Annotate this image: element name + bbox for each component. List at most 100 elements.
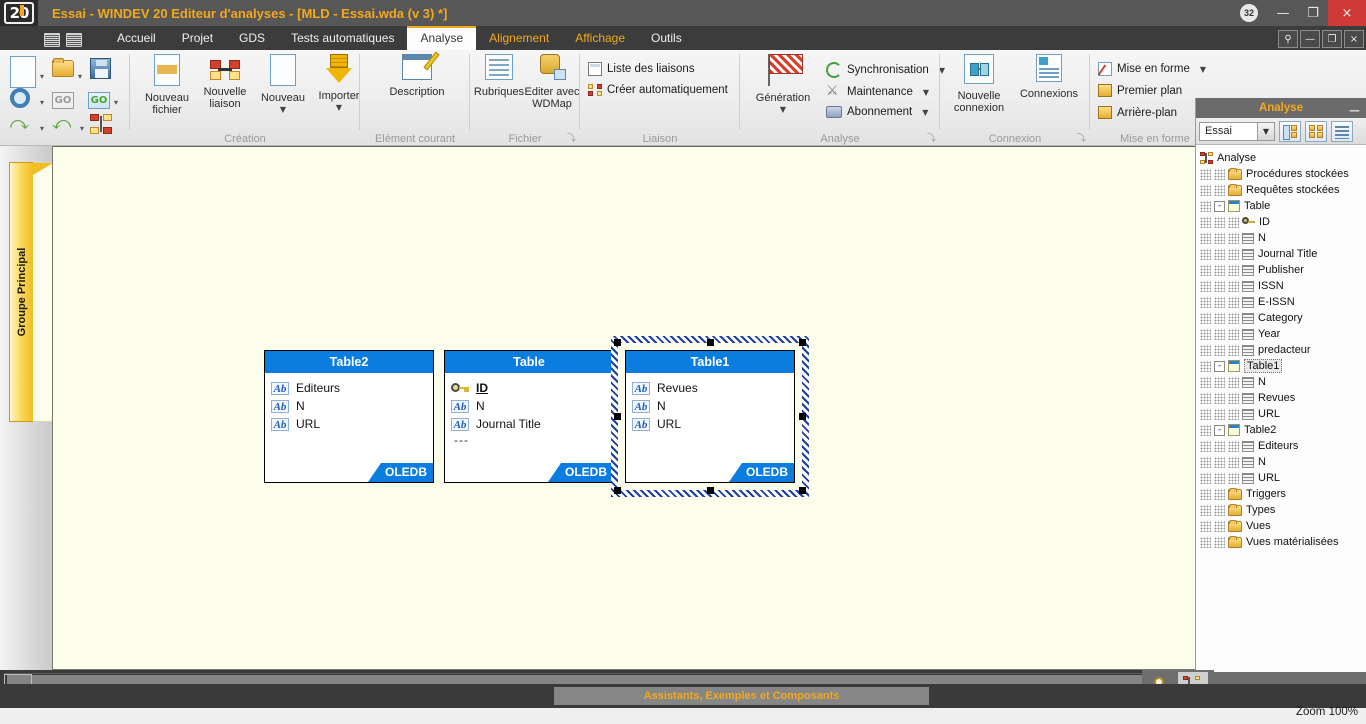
tree-item[interactable]: - Table2 bbox=[1200, 422, 1366, 438]
connexions-button[interactable]: Connexions bbox=[1014, 54, 1084, 100]
creer-automatiquement-button[interactable]: Créer automatiquement bbox=[588, 84, 728, 96]
go-icon[interactable]: GO bbox=[88, 90, 110, 109]
list-view-button[interactable] bbox=[1331, 120, 1353, 142]
tree-item[interactable]: N bbox=[1200, 454, 1366, 470]
open-folder-icon[interactable] bbox=[52, 58, 74, 82]
tree-item[interactable]: - Table bbox=[1200, 198, 1366, 214]
tree-item[interactable]: Journal Title bbox=[1200, 246, 1366, 262]
tab-outils[interactable]: Outils bbox=[638, 27, 695, 50]
tree-expander[interactable]: - bbox=[1214, 360, 1225, 372]
liste-des-liaisons-button[interactable]: Liste des liaisons bbox=[588, 62, 695, 76]
synchronisation-button[interactable]: Synchronisation ▼ bbox=[826, 62, 945, 78]
analysis-icon[interactable] bbox=[90, 114, 112, 139]
nouveau-fichier-button[interactable]: Nouveau fichier bbox=[138, 54, 196, 116]
new-file-dropdown[interactable]: ▾ bbox=[40, 72, 44, 81]
tree-item[interactable]: predacteur bbox=[1200, 342, 1366, 358]
tree-item[interactable]: Revues bbox=[1200, 390, 1366, 406]
tree-item[interactable]: Types bbox=[1200, 502, 1366, 518]
mise-en-forme-button[interactable]: Mise en forme ▼ bbox=[1098, 62, 1206, 76]
analysis-tree[interactable]: Analyse Procédures stockées Requêtes stock… bbox=[1196, 145, 1366, 550]
doc-minimize-button[interactable]: — bbox=[1300, 30, 1320, 48]
menu-list-icon[interactable] bbox=[66, 33, 82, 47]
nouvelle-liaison-button[interactable]: Nouvelle liaison bbox=[196, 54, 254, 110]
entity-field-row[interactable]: Ab Journal Title bbox=[445, 415, 613, 433]
gear-dropdown[interactable]: ▾ bbox=[40, 98, 44, 107]
entity-field-row[interactable]: Ab URL bbox=[626, 415, 794, 433]
tree-item[interactable]: Publisher bbox=[1200, 262, 1366, 278]
app-logo[interactable]: 20 bbox=[0, 0, 38, 26]
arriere-plan-button[interactable]: Arrière-plan bbox=[1098, 106, 1177, 119]
resize-handle-se[interactable] bbox=[799, 487, 806, 494]
premier-plan-button[interactable]: Premier plan bbox=[1098, 84, 1182, 97]
entity-field-row[interactable]: Ab Revues bbox=[626, 379, 794, 397]
tree-item[interactable]: Editeurs bbox=[1200, 438, 1366, 454]
tab-alignement[interactable]: Alignement bbox=[476, 27, 562, 50]
tab-accueil[interactable]: Accueil bbox=[104, 27, 169, 50]
doc-close-button[interactable]: × bbox=[1344, 30, 1364, 48]
tab-affichage[interactable]: Affichage bbox=[562, 27, 638, 50]
tree-expander[interactable]: - bbox=[1214, 200, 1225, 212]
tab-gds[interactable]: GDS bbox=[226, 27, 278, 50]
search-icon[interactable]: ⚲ bbox=[1278, 30, 1298, 48]
tree-item[interactable]: ID bbox=[1200, 214, 1366, 230]
generation-button[interactable]: Génération ▼ bbox=[746, 54, 820, 116]
nouvelle-connexion-button[interactable]: Nouvelle connexion bbox=[946, 54, 1012, 114]
tree-item[interactable]: E-ISSN bbox=[1200, 294, 1366, 310]
resize-handle-w[interactable] bbox=[614, 413, 621, 420]
resize-handle-ne[interactable] bbox=[799, 339, 806, 346]
nouveau-button[interactable]: Nouveau ▼ bbox=[254, 54, 312, 116]
entity-field-row[interactable]: Ab URL bbox=[265, 415, 433, 433]
resize-handle-n[interactable] bbox=[707, 339, 714, 346]
resize-handle-sw[interactable] bbox=[614, 487, 621, 494]
entity-field-row[interactable]: ID bbox=[445, 379, 613, 397]
grid-view-button[interactable] bbox=[1305, 120, 1327, 142]
tree-item[interactable]: Category bbox=[1200, 310, 1366, 326]
save-icon[interactable] bbox=[90, 58, 111, 84]
open-dropdown[interactable]: ▾ bbox=[78, 72, 82, 81]
tree-item[interactable]: URL bbox=[1200, 406, 1366, 422]
keyboard-icon[interactable] bbox=[44, 33, 60, 47]
tab-projet[interactable]: Projet bbox=[169, 27, 226, 50]
window-close-button[interactable]: × bbox=[1328, 0, 1366, 26]
resize-handle-e[interactable] bbox=[799, 413, 806, 420]
doc-restore-button[interactable]: ❐ bbox=[1322, 30, 1342, 48]
entity-table[interactable]: Table ID Ab N Ab Journal Title --- OLEDB bbox=[444, 350, 614, 483]
entity-table2[interactable]: Table2 Ab Editeurs Ab N Ab URL OLEDB bbox=[264, 350, 434, 483]
tree-item[interactable]: Procédures stockées bbox=[1200, 166, 1366, 182]
redo-dropdown[interactable]: ▾ bbox=[80, 124, 84, 133]
go-dropdown[interactable]: ▾ bbox=[114, 98, 118, 107]
fichier-dialog-launcher[interactable]: ⤵ bbox=[567, 131, 576, 144]
tree-item[interactable]: N bbox=[1200, 230, 1366, 246]
tree-item[interactable]: N bbox=[1200, 374, 1366, 390]
tree-item[interactable]: Vues bbox=[1200, 518, 1366, 534]
status-message[interactable]: Assistants, Exemples et Composants bbox=[554, 687, 929, 705]
entity-field-row[interactable]: Ab Editeurs bbox=[265, 379, 433, 397]
entity-field-row[interactable]: Ab N bbox=[445, 397, 613, 415]
entity-field-row[interactable]: Ab N bbox=[265, 397, 433, 415]
tree-expander[interactable]: - bbox=[1214, 424, 1225, 436]
abonnement-button[interactable]: Abonnement ▼ bbox=[826, 106, 928, 118]
window-minimize-button[interactable]: — bbox=[1268, 0, 1298, 26]
description-button[interactable]: Description bbox=[386, 51, 448, 98]
undo-dropdown[interactable]: ▾ bbox=[40, 124, 44, 133]
tab-analyse[interactable]: Analyse bbox=[407, 26, 477, 50]
tree-item[interactable]: Analyse bbox=[1200, 150, 1366, 166]
editer-wdmap-button[interactable]: Editer avec WDMap bbox=[522, 54, 582, 110]
maintenance-button[interactable]: ⚔ Maintenance ▼ bbox=[826, 84, 929, 100]
connexion-dialog-launcher[interactable]: ⤵ bbox=[1077, 131, 1086, 144]
settings-gear-icon[interactable] bbox=[10, 88, 30, 113]
panel-minimize-button[interactable]: — bbox=[1349, 101, 1360, 121]
group-tab-principal[interactable]: Groupe Principal bbox=[9, 162, 33, 422]
analysis-select[interactable]: Essai ▼ bbox=[1199, 121, 1275, 141]
redo-icon[interactable]: ⤺ bbox=[52, 115, 71, 134]
entity-field-row[interactable]: Ab N bbox=[626, 397, 794, 415]
tab-tests-automatiques[interactable]: Tests automatiques bbox=[278, 27, 407, 50]
analysis-canvas[interactable]: Table2 Ab Editeurs Ab N Ab URL OLEDB Tab… bbox=[52, 146, 1196, 670]
rubriques-button[interactable]: Rubriques bbox=[472, 54, 526, 98]
new-element-button[interactable] bbox=[1279, 120, 1301, 142]
tree-item[interactable]: Requêtes stockées bbox=[1200, 182, 1366, 198]
tree-item[interactable]: - Table1 bbox=[1200, 358, 1366, 374]
undo-icon[interactable]: ⤺ bbox=[10, 113, 29, 134]
tree-item[interactable]: Year bbox=[1200, 326, 1366, 342]
analyse-dialog-launcher[interactable]: ⤵ bbox=[927, 131, 936, 144]
